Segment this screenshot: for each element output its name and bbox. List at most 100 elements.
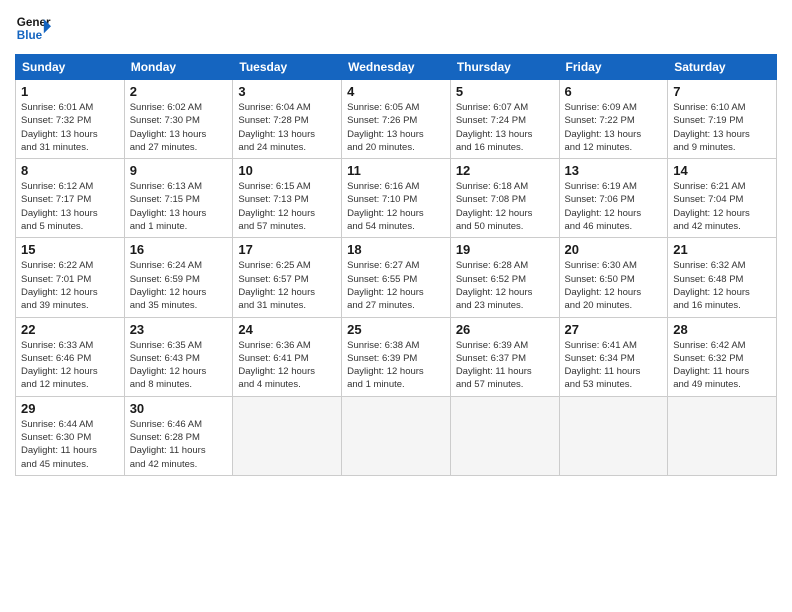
weekday-header-tuesday: Tuesday (233, 55, 342, 80)
calendar-cell: 26Sunrise: 6:39 AM Sunset: 6:37 PM Dayli… (450, 317, 559, 396)
day-info: Sunrise: 6:04 AM Sunset: 7:28 PM Dayligh… (238, 101, 336, 154)
day-number: 17 (238, 242, 336, 257)
calendar-cell: 12 Sunrise: 6:18 AM Sunset: 7:08 PM Dayli… (450, 159, 559, 238)
day-number: 8 (21, 163, 119, 178)
day-info: Sunrise: 6:39 AM Sunset: 6:37 PM Dayligh… (456, 339, 554, 392)
calendar-cell: 18Sunrise: 6:27 AM Sunset: 6:55 PM Dayli… (342, 238, 451, 317)
day-number: 11 (347, 163, 445, 178)
calendar-cell: 27 Sunrise: 6:41 AM Sunset: 6:34 PM Dayli… (559, 317, 668, 396)
day-info: Sunrise: 6:38 AM Sunset: 6:39 PM Dayligh… (347, 339, 445, 392)
calendar-cell (559, 396, 668, 475)
calendar-cell (233, 396, 342, 475)
calendar-cell: 1 Sunrise: 6:01 AM Sunset: 7:32 PM Daylig… (16, 80, 125, 159)
day-info: Sunrise: 6:18 AM Sunset: 7:08 PM Dayligh… (456, 180, 554, 233)
day-info: Sunrise: 6:22 AM Sunset: 7:01 PM Dayligh… (21, 259, 119, 312)
calendar-week-3: 15 Sunrise: 6:22 AM Sunset: 7:01 PM Dayli… (16, 238, 777, 317)
calendar-week-4: 22 Sunrise: 6:33 AM Sunset: 6:46 PM Dayli… (16, 317, 777, 396)
day-info: Sunrise: 6:44 AM Sunset: 6:30 PM Dayligh… (21, 418, 119, 471)
calendar-cell: 7Sunrise: 6:10 AM Sunset: 7:19 PM Daylig… (668, 80, 777, 159)
day-number: 13 (565, 163, 663, 178)
calendar-cell: 4 Sunrise: 6:05 AM Sunset: 7:26 PM Daylig… (342, 80, 451, 159)
svg-text:Blue: Blue (17, 29, 43, 42)
calendar-table: SundayMondayTuesdayWednesdayThursdayFrid… (15, 54, 777, 476)
day-info: Sunrise: 6:16 AM Sunset: 7:10 PM Dayligh… (347, 180, 445, 233)
calendar-cell: 5Sunrise: 6:07 AM Sunset: 7:24 PM Daylig… (450, 80, 559, 159)
calendar-cell: 8 Sunrise: 6:12 AM Sunset: 7:17 PM Daylig… (16, 159, 125, 238)
day-info: Sunrise: 6:10 AM Sunset: 7:19 PM Dayligh… (673, 101, 771, 154)
day-info: Sunrise: 6:24 AM Sunset: 6:59 PM Dayligh… (130, 259, 228, 312)
day-number: 2 (130, 84, 228, 99)
weekday-header-saturday: Saturday (668, 55, 777, 80)
header: General Blue (15, 10, 777, 46)
day-info: Sunrise: 6:41 AM Sunset: 6:34 PM Dayligh… (565, 339, 663, 392)
calendar-cell: 13Sunrise: 6:19 AM Sunset: 7:06 PM Dayli… (559, 159, 668, 238)
day-number: 16 (130, 242, 228, 257)
day-number: 15 (21, 242, 119, 257)
calendar-cell: 28 Sunrise: 6:42 AM Sunset: 6:32 PM Dayli… (668, 317, 777, 396)
day-info: Sunrise: 6:35 AM Sunset: 6:43 PM Dayligh… (130, 339, 228, 392)
weekday-header-thursday: Thursday (450, 55, 559, 80)
logo: General Blue (15, 10, 51, 46)
day-info: Sunrise: 6:05 AM Sunset: 7:26 PM Dayligh… (347, 101, 445, 154)
calendar-header: SundayMondayTuesdayWednesdayThursdayFrid… (16, 55, 777, 80)
day-number: 4 (347, 84, 445, 99)
day-number: 24 (238, 322, 336, 337)
calendar-cell: 15 Sunrise: 6:22 AM Sunset: 7:01 PM Dayli… (16, 238, 125, 317)
day-info: Sunrise: 6:36 AM Sunset: 6:41 PM Dayligh… (238, 339, 336, 392)
day-info: Sunrise: 6:46 AM Sunset: 6:28 PM Dayligh… (130, 418, 228, 471)
calendar-cell: 20 Sunrise: 6:30 AM Sunset: 6:50 PM Dayli… (559, 238, 668, 317)
day-number: 3 (238, 84, 336, 99)
day-info: Sunrise: 6:33 AM Sunset: 6:46 PM Dayligh… (21, 339, 119, 392)
calendar-cell: 9 Sunrise: 6:13 AM Sunset: 7:15 PM Daylig… (124, 159, 233, 238)
day-number: 5 (456, 84, 554, 99)
weekday-header-row: SundayMondayTuesdayWednesdayThursdayFrid… (16, 55, 777, 80)
general-blue-logo-icon: General Blue (15, 10, 51, 46)
calendar-cell: 14Sunrise: 6:21 AM Sunset: 7:04 PM Dayli… (668, 159, 777, 238)
day-info: Sunrise: 6:30 AM Sunset: 6:50 PM Dayligh… (565, 259, 663, 312)
calendar-cell (450, 396, 559, 475)
calendar-body: 1 Sunrise: 6:01 AM Sunset: 7:32 PM Daylig… (16, 80, 777, 476)
calendar-cell: 19 Sunrise: 6:28 AM Sunset: 6:52 PM Dayli… (450, 238, 559, 317)
day-info: Sunrise: 6:01 AM Sunset: 7:32 PM Dayligh… (21, 101, 119, 154)
day-number: 19 (456, 242, 554, 257)
day-info: Sunrise: 6:42 AM Sunset: 6:32 PM Dayligh… (673, 339, 771, 392)
calendar-cell (668, 396, 777, 475)
day-number: 22 (21, 322, 119, 337)
weekday-header-friday: Friday (559, 55, 668, 80)
weekday-header-wednesday: Wednesday (342, 55, 451, 80)
calendar-cell: 16 Sunrise: 6:24 AM Sunset: 6:59 PM Dayli… (124, 238, 233, 317)
day-number: 1 (21, 84, 119, 99)
calendar-cell: 24 Sunrise: 6:36 AM Sunset: 6:41 PM Dayli… (233, 317, 342, 396)
day-info: Sunrise: 6:09 AM Sunset: 7:22 PM Dayligh… (565, 101, 663, 154)
day-number: 10 (238, 163, 336, 178)
calendar-cell: 21 Sunrise: 6:32 AM Sunset: 6:48 PM Dayli… (668, 238, 777, 317)
page: General Blue SundayMondayTuesdayWednesda… (0, 0, 792, 612)
day-info: Sunrise: 6:32 AM Sunset: 6:48 PM Dayligh… (673, 259, 771, 312)
calendar-cell (342, 396, 451, 475)
day-number: 27 (565, 322, 663, 337)
day-info: Sunrise: 6:28 AM Sunset: 6:52 PM Dayligh… (456, 259, 554, 312)
day-info: Sunrise: 6:02 AM Sunset: 7:30 PM Dayligh… (130, 101, 228, 154)
calendar-week-2: 8 Sunrise: 6:12 AM Sunset: 7:17 PM Daylig… (16, 159, 777, 238)
day-info: Sunrise: 6:13 AM Sunset: 7:15 PM Dayligh… (130, 180, 228, 233)
calendar-cell: 25Sunrise: 6:38 AM Sunset: 6:39 PM Dayli… (342, 317, 451, 396)
day-number: 20 (565, 242, 663, 257)
day-info: Sunrise: 6:12 AM Sunset: 7:17 PM Dayligh… (21, 180, 119, 233)
calendar-cell: 30Sunrise: 6:46 AM Sunset: 6:28 PM Dayli… (124, 396, 233, 475)
calendar-week-5: 29 Sunrise: 6:44 AM Sunset: 6:30 PM Dayli… (16, 396, 777, 475)
day-info: Sunrise: 6:15 AM Sunset: 7:13 PM Dayligh… (238, 180, 336, 233)
day-info: Sunrise: 6:25 AM Sunset: 6:57 PM Dayligh… (238, 259, 336, 312)
calendar-cell: 11 Sunrise: 6:16 AM Sunset: 7:10 PM Dayli… (342, 159, 451, 238)
calendar-week-1: 1 Sunrise: 6:01 AM Sunset: 7:32 PM Daylig… (16, 80, 777, 159)
day-number: 9 (130, 163, 228, 178)
calendar-cell: 29 Sunrise: 6:44 AM Sunset: 6:30 PM Dayli… (16, 396, 125, 475)
day-number: 29 (21, 401, 119, 416)
day-number: 6 (565, 84, 663, 99)
day-number: 18 (347, 242, 445, 257)
weekday-header-monday: Monday (124, 55, 233, 80)
day-number: 21 (673, 242, 771, 257)
calendar-cell: 6 Sunrise: 6:09 AM Sunset: 7:22 PM Daylig… (559, 80, 668, 159)
day-number: 12 (456, 163, 554, 178)
calendar-cell: 3 Sunrise: 6:04 AM Sunset: 7:28 PM Daylig… (233, 80, 342, 159)
day-number: 28 (673, 322, 771, 337)
